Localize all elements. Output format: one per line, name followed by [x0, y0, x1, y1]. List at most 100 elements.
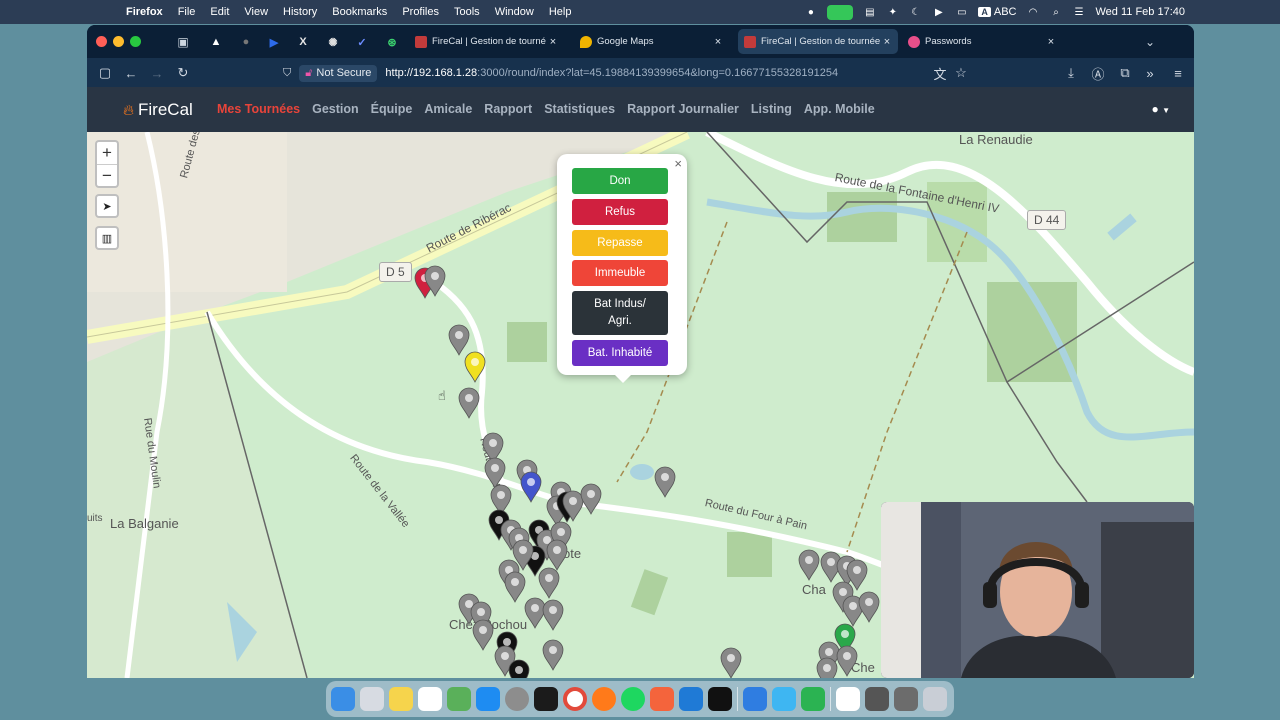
- house-marker[interactable]: [836, 645, 858, 677]
- moon-icon[interactable]: ☾: [909, 6, 922, 19]
- close-window-button[interactable]: [96, 36, 107, 47]
- user-menu[interactable]: ● ▼: [1151, 102, 1170, 116]
- nav-gestion[interactable]: Gestion: [312, 102, 359, 116]
- house-marker[interactable]: [458, 387, 480, 419]
- account-icon[interactable]: Ⓐ: [1089, 64, 1107, 82]
- tab-firecal-1[interactable]: FireCal | Gestion de tournées ca ×: [409, 29, 564, 54]
- firecal-brand[interactable]: 🔥︎ FireCal: [123, 100, 193, 120]
- record-icon[interactable]: ●: [804, 6, 817, 19]
- status-refus-button[interactable]: Refus: [572, 199, 668, 225]
- zoom-in-button[interactable]: +: [97, 142, 117, 164]
- house-marker[interactable]: [504, 571, 526, 603]
- house-marker[interactable]: [798, 549, 820, 581]
- notes-icon[interactable]: [389, 687, 413, 711]
- app-store-icon[interactable]: [476, 687, 500, 711]
- finder-icon[interactable]: [331, 687, 355, 711]
- house-marker[interactable]: [580, 483, 602, 515]
- translate-icon[interactable]: 文: [931, 64, 949, 82]
- menu-profiles[interactable]: Profiles: [402, 6, 439, 18]
- menu-app-name[interactable]: Firefox: [126, 6, 163, 18]
- menu-window[interactable]: Window: [495, 6, 534, 18]
- menu-history[interactable]: History: [283, 6, 317, 18]
- play-icon[interactable]: ▶: [932, 6, 945, 19]
- close-tab-icon[interactable]: ×: [880, 36, 894, 48]
- downloads-icon[interactable]: ⤓: [1062, 64, 1080, 82]
- wifi-icon[interactable]: ◠: [1027, 6, 1040, 19]
- menu-file[interactable]: File: [178, 6, 196, 18]
- tab-google-maps[interactable]: Google Maps ×: [574, 29, 729, 54]
- preview-icon[interactable]: [447, 687, 471, 711]
- spotify-icon[interactable]: [621, 687, 645, 711]
- reload-icon[interactable]: ↻: [174, 64, 192, 82]
- pinned-tab-apple-icon[interactable]: ●: [237, 33, 255, 51]
- terminal-icon[interactable]: [534, 687, 558, 711]
- nav-statistiques[interactable]: Statistiques: [544, 102, 615, 116]
- numbers-icon[interactable]: [801, 687, 825, 711]
- list-all-tabs-icon[interactable]: ⌄: [1141, 33, 1159, 51]
- pinned-tab-play-icon[interactable]: ▶: [265, 33, 283, 51]
- locate-me-button[interactable]: ➤: [95, 194, 119, 218]
- capcut-icon[interactable]: [708, 687, 732, 711]
- popup-close-button[interactable]: ×: [674, 156, 682, 171]
- forward-icon[interactable]: →: [148, 64, 166, 82]
- house-marker[interactable]: [472, 619, 494, 651]
- status-repasse-button[interactable]: Repasse: [572, 230, 668, 256]
- battery-icon[interactable]: ▭: [955, 6, 968, 19]
- menu-edit[interactable]: Edit: [210, 6, 229, 18]
- tab-passwords[interactable]: Passwords ×: [902, 29, 1062, 54]
- close-tab-icon[interactable]: ×: [546, 36, 560, 48]
- minimize-window-button[interactable]: [113, 36, 124, 47]
- bookmark-star-icon[interactable]: ☆: [952, 64, 970, 82]
- house-marker[interactable]: [720, 647, 742, 678]
- pinned-tab-x-icon[interactable]: X: [294, 33, 312, 51]
- house-marker[interactable]: [484, 457, 506, 489]
- url-bar[interactable]: ⛉ 🔓︎ Not Secure http://192.168.1.28 :300…: [283, 62, 973, 84]
- pinned-tab-check-icon[interactable]: ✓: [353, 33, 371, 51]
- house-marker[interactable]: [816, 657, 838, 678]
- document-icon[interactable]: [836, 687, 860, 711]
- status-bat-inhabite-button[interactable]: Bat. Inhabité: [572, 340, 668, 366]
- nav-rapport[interactable]: Rapport: [484, 102, 532, 116]
- overflow-menu-icon[interactable]: »: [1141, 64, 1159, 82]
- zoom-out-button[interactable]: −: [97, 164, 117, 186]
- house-marker[interactable]: [538, 567, 560, 599]
- network-icon[interactable]: ✦: [886, 6, 899, 19]
- nav-equipe[interactable]: Équipe: [371, 102, 413, 116]
- map-layers-button[interactable]: ▥: [95, 226, 119, 250]
- pinned-tab-icon[interactable]: ▲: [207, 33, 225, 51]
- downloads-stack-icon[interactable]: [894, 687, 918, 711]
- reminders-icon[interactable]: [418, 687, 442, 711]
- house-marker[interactable]: [654, 466, 676, 498]
- house-marker[interactable]: [542, 639, 564, 671]
- pinned-tab-green-icon[interactable]: ⊛: [383, 33, 401, 51]
- control-center-icon[interactable]: ☰: [1073, 6, 1086, 19]
- menu-bookmarks[interactable]: Bookmarks: [332, 6, 387, 18]
- status-don-button[interactable]: Don: [572, 168, 668, 194]
- launchpad-icon[interactable]: [360, 687, 384, 711]
- input-source[interactable]: A ABC: [978, 6, 1017, 18]
- back-icon[interactable]: ←: [122, 64, 140, 82]
- system-settings-icon[interactable]: [505, 687, 529, 711]
- outlook-icon[interactable]: [743, 687, 767, 711]
- tab-firecal-active[interactable]: FireCal | Gestion de tournées ca ×: [738, 29, 898, 54]
- house-marker[interactable]: [524, 597, 546, 629]
- firefox-icon[interactable]: [592, 687, 616, 711]
- quicktime-icon[interactable]: [772, 687, 796, 711]
- house-marker[interactable]: [520, 471, 542, 503]
- menu-help[interactable]: Help: [549, 6, 572, 18]
- tab-overview-icon[interactable]: ▣: [174, 33, 192, 51]
- nav-mes-tournees[interactable]: Mes Tournées: [217, 102, 300, 116]
- spotlight-icon[interactable]: ⌕: [1050, 6, 1063, 19]
- house-marker[interactable]: [858, 591, 880, 623]
- menu-tools[interactable]: Tools: [454, 6, 480, 18]
- house-marker[interactable]: [448, 324, 470, 356]
- chrome-icon[interactable]: [563, 687, 587, 711]
- not-secure-badge[interactable]: 🔓︎ Not Secure: [299, 64, 378, 82]
- extensions-icon[interactable]: ⧉: [1116, 64, 1134, 82]
- close-tab-icon[interactable]: ×: [711, 36, 725, 48]
- menu-view[interactable]: View: [244, 6, 268, 18]
- sidebar-toggle-icon[interactable]: ▢: [96, 64, 114, 82]
- trash-icon[interactable]: [923, 687, 947, 711]
- nav-rapport-journalier[interactable]: Rapport Journalier: [627, 102, 739, 116]
- screen-recording-icon[interactable]: [865, 687, 889, 711]
